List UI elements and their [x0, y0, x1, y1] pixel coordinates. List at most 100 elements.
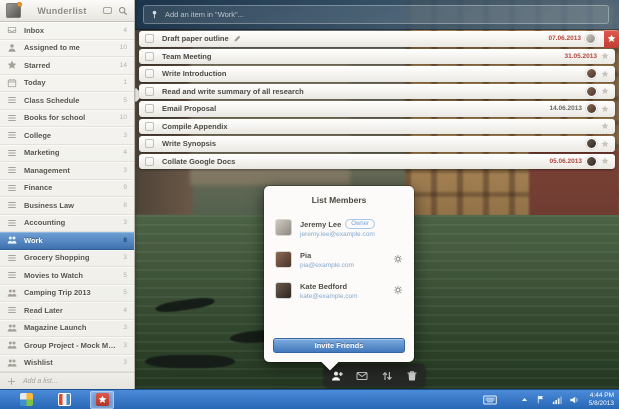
show-hidden-icons-chevron[interactable]	[520, 395, 529, 404]
task-row[interactable]: Collate Google Docs 05.06.2013	[139, 154, 615, 170]
list-members-popup: List Members Jeremy Lee Owner jeremy.lee…	[264, 186, 414, 362]
member-avatar	[275, 219, 292, 236]
task-checkbox[interactable]	[145, 34, 154, 43]
task-checkbox[interactable]	[145, 69, 154, 78]
list-icon	[7, 270, 17, 280]
task-row[interactable]: Write Synopsis	[139, 136, 615, 152]
sidebar-item-management[interactable]: Management3	[0, 162, 134, 180]
due-date: 31.05.2013	[564, 53, 597, 60]
member-email-link[interactable]: jeremy.lee@example.com	[300, 231, 403, 238]
star-icon[interactable]	[601, 87, 609, 95]
sidebar-item-assigned[interactable]: Assigned to me10	[0, 40, 134, 58]
people-icon	[7, 323, 17, 333]
star-icon[interactable]	[601, 122, 609, 130]
count-badge: 4	[123, 149, 127, 156]
star-icon[interactable]	[601, 140, 609, 148]
task-row[interactable]: Email Proposal 14.06.2013	[139, 101, 615, 117]
sidebar-item-business-law[interactable]: Business Law8	[0, 197, 134, 215]
star-icon[interactable]	[601, 105, 609, 113]
count-badge: 10	[120, 44, 127, 51]
count-badge: 9	[123, 184, 127, 191]
notification-badge	[17, 2, 22, 7]
task-checkbox[interactable]	[145, 104, 154, 113]
sidebar-item-read-later[interactable]: Read Later4	[0, 302, 134, 320]
count-badge: 3	[123, 219, 127, 226]
note-icon	[233, 35, 241, 43]
list-members-button[interactable]	[331, 370, 343, 382]
task-row[interactable]: Write Introduction	[139, 66, 615, 82]
language-flag-icon[interactable]	[536, 395, 545, 404]
add-item-input[interactable]: Add an item in "Work"...	[143, 5, 609, 24]
sidebar-item-movies-to-watch[interactable]: Movies to Watch5	[0, 267, 134, 285]
taskbar-app-button[interactable]	[14, 391, 38, 409]
star-icon[interactable]	[601, 157, 609, 165]
count-badge: 5	[123, 97, 127, 104]
taskbar-clock[interactable]: 4:44 PM 5/8/2013	[586, 392, 614, 408]
member-settings-gear-icon[interactable]	[393, 254, 403, 264]
task-row[interactable]: Team Meeting 31.05.2013	[139, 49, 615, 65]
star-icon[interactable]	[601, 52, 609, 60]
sidebar-item-marketing[interactable]: Marketing4	[0, 145, 134, 163]
sort-button[interactable]	[381, 370, 393, 382]
task-row[interactable]: Read and write summary of all research	[139, 84, 615, 100]
pin-icon	[150, 9, 159, 20]
sidebar-item-group-project[interactable]: Group Project - Mock Marke...3	[0, 337, 134, 355]
account-avatar[interactable]	[6, 3, 21, 18]
sidebar-item-grocery-shopping[interactable]: Grocery Shopping3	[0, 250, 134, 268]
count-badge: 3	[123, 254, 127, 261]
members-list: Jeremy Lee Owner jeremy.lee@example.com …	[264, 212, 414, 306]
add-item-placeholder: Add an item in "Work"...	[165, 10, 244, 19]
clock-date: 5/8/2013	[589, 400, 614, 408]
count-badge: 8	[123, 202, 127, 209]
member-email-link[interactable]: pia@example.com	[300, 262, 393, 269]
add-list-button[interactable]: Add a list...	[0, 372, 134, 389]
count-badge: 3	[123, 324, 127, 331]
taskbar-app-button[interactable]	[52, 391, 76, 409]
member-settings-gear-icon[interactable]	[393, 285, 403, 295]
count-badge: 8	[123, 237, 127, 244]
delete-button[interactable]	[406, 370, 418, 382]
member-email-link[interactable]: kate@example.com	[300, 293, 393, 300]
person-icon	[7, 43, 17, 53]
sidebar-item-magazine-launch[interactable]: Magazine Launch3	[0, 320, 134, 338]
touch-keyboard-icon[interactable]	[483, 395, 497, 405]
member-row: Pia pia@example.com	[264, 244, 414, 275]
calendar-icon	[7, 78, 17, 88]
task-checkbox[interactable]	[145, 122, 154, 131]
sidebar-item-inbox[interactable]: Inbox4	[0, 22, 134, 40]
task-row[interactable]: Compile Appendix	[139, 119, 615, 135]
star-icon[interactable]	[601, 70, 609, 78]
search-icon[interactable]	[118, 6, 128, 16]
task-checkbox[interactable]	[145, 157, 154, 166]
sidebar-item-work[interactable]: Work8	[0, 232, 134, 250]
wunderlist-app-window: Wunderlist Inbox4 Assigned to me10 Starr…	[0, 0, 619, 409]
email-list-button[interactable]	[356, 370, 368, 382]
task-checkbox[interactable]	[145, 139, 154, 148]
list-icon	[7, 305, 17, 315]
sidebar-item-accounting[interactable]: Accounting3	[0, 215, 134, 233]
sidebar-item-camping-trip[interactable]: Camping Trip 20135	[0, 285, 134, 303]
task-row[interactable]: Draft paper outline 07.06.2013	[139, 31, 618, 47]
sidebar-item-today[interactable]: Today1	[0, 75, 134, 93]
count-badge: 3	[123, 132, 127, 139]
sidebar-item-class-schedule[interactable]: Class Schedule5	[0, 92, 134, 110]
task-checkbox[interactable]	[145, 87, 154, 96]
list-icon	[7, 183, 17, 193]
count-badge: 4	[123, 27, 127, 34]
network-icon[interactable]	[552, 395, 562, 405]
volume-icon[interactable]	[569, 395, 579, 405]
people-icon	[7, 358, 17, 368]
sidebar-item-starred[interactable]: Starred14	[0, 57, 134, 75]
starred-badge-icon[interactable]	[604, 30, 619, 48]
star-icon	[7, 60, 17, 70]
list-icon	[7, 113, 17, 123]
invite-friends-button[interactable]: Invite Friends	[273, 338, 405, 353]
lists-toggle-icon[interactable]	[103, 7, 112, 14]
count-badge: 3	[123, 167, 127, 174]
sidebar-item-books-for-school[interactable]: Books for school10	[0, 110, 134, 128]
sidebar-item-college[interactable]: College3	[0, 127, 134, 145]
task-checkbox[interactable]	[145, 52, 154, 61]
sidebar-item-wishlist[interactable]: Wishlist3	[0, 355, 134, 373]
taskbar-wunderlist-button[interactable]	[90, 391, 114, 409]
sidebar-item-finance[interactable]: Finance9	[0, 180, 134, 198]
